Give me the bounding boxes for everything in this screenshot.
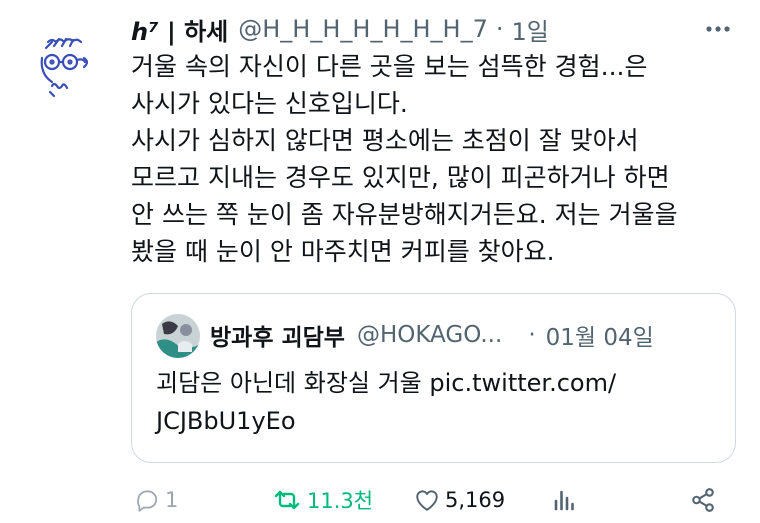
quoted-text-line: 괴담은 아닌데 화장실 거울 pic.twitter.com/ [156, 369, 617, 397]
doodle-face-icon [40, 37, 89, 98]
quoted-display-name[interactable]: 방과후 괴담부 [210, 318, 345, 352]
quoted-separator: · [528, 322, 536, 348]
quoted-text-line: JCJBbU1yEo [156, 407, 296, 435]
retweet-button[interactable]: 11.3천 [272, 480, 373, 520]
tweet-text-line: 봤을 때 눈이 안 마주치면 커피를 찾아요. [131, 237, 555, 266]
bar-chart-icon [554, 490, 574, 511]
like-button[interactable]: 5,169 [414, 480, 505, 520]
retweet-count: 11.3천 [307, 489, 374, 513]
tweet: h⁷ | 하세 @H_H_H_H_H_H_H_7 · 1일 거울 속의 자신이 … [0, 0, 760, 523]
views-button[interactable] [553, 480, 575, 520]
quoted-text: 괴담은 아닌데 화장실 거울 pic.twitter.com/ JCJBbU1y… [156, 364, 616, 440]
quoted-tweet[interactable]: 방과후 괴담부 @HOKAGO... · 01월 04일 괴담은 아닌데 화장실… [131, 293, 736, 463]
tweet-text-line: 사시가 심하지 않다면 평소에는 초점이 잘 맞아서 [131, 126, 639, 155]
author-logo: h⁷ [131, 17, 159, 46]
quoted-author-avatar[interactable] [156, 314, 200, 358]
quoted-date[interactable]: 01월 04일 [546, 318, 654, 352]
tweet-text-line: 거울 속의 자신이 다른 곳을 보는 섬뜩한 경험...은 [131, 52, 648, 81]
author-avatar[interactable] [28, 28, 106, 106]
action-bar: 1 11.3천 5,169 [0, 480, 760, 520]
header-separator: · [495, 15, 504, 43]
quoted-handle[interactable]: @HOKAGO... [357, 322, 502, 348]
tweet-text-line: 사시가 있다는 신호입니다. [131, 89, 408, 118]
tweet-time[interactable]: 1일 [512, 12, 549, 47]
author-display-name[interactable]: h⁷ | 하세 [131, 12, 228, 47]
tweet-text-line: 안 쓰는 쪽 눈이 좀 자유분방해지거든요. 저는 거울을 [131, 200, 678, 229]
quoted-header: 방과후 괴담부 @HOKAGO... · 01월 04일 [210, 318, 654, 352]
tweet-text: 거울 속의 자신이 다른 곳을 보는 섬뜩한 경험...은 사시가 있다는 신호… [131, 48, 741, 270]
author-name-text: | 하세 [166, 17, 229, 46]
tweet-header: h⁷ | 하세 @H_H_H_H_H_H_H_7 · 1일 [131, 12, 549, 46]
retweet-icon [274, 490, 300, 510]
author-handle[interactable]: @H_H_H_H_H_H_H_7 [238, 15, 488, 43]
share-button[interactable] [690, 480, 716, 520]
share-icon [692, 488, 714, 512]
more-options-button[interactable] [700, 14, 736, 44]
heart-icon [416, 490, 438, 511]
more-dots-icon [706, 26, 730, 32]
reply-icon [137, 490, 157, 512]
reply-count: 1 [165, 488, 179, 512]
reply-button[interactable]: 1 [134, 480, 178, 520]
photo-avatar-icon [156, 314, 200, 358]
like-count: 5,169 [445, 488, 506, 512]
tweet-text-line: 모르고 지내는 경우도 있지만, 많이 피곤하거나 하면 [131, 163, 670, 192]
